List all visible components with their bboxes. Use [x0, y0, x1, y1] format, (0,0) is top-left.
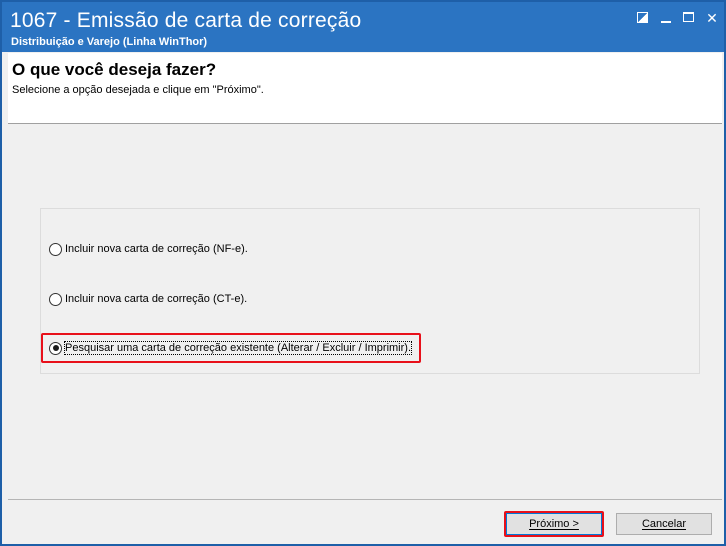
footer-divider [8, 499, 722, 500]
close-icon[interactable]: ✕ [704, 10, 720, 26]
maximize-icon[interactable] [681, 10, 697, 26]
cancel-button[interactable]: Cancelar [616, 513, 712, 535]
option-include-nfe[interactable]: Incluir nova carta de correção (NF-e). [49, 240, 248, 258]
option-include-cte[interactable]: Incluir nova carta de correção (CT-e). [49, 290, 247, 308]
wizard-window: 1067 - Emissão de carta de correção Dist… [0, 0, 726, 546]
window-title: 1067 - Emissão de carta de correção [10, 9, 362, 32]
radio-button-icon[interactable] [49, 242, 62, 256]
page-title: O que você deseja fazer? [12, 60, 217, 79]
window-subtitle: Distribuição e Varejo (Linha WinThor) [11, 36, 208, 48]
page-instruction: Selecione a opção desejada e clique em "… [12, 84, 264, 96]
title-bar[interactable]: 1067 - Emissão de carta de correção Dist… [2, 2, 724, 52]
highlight-frame-option [41, 333, 421, 363]
option-label: Incluir nova carta de correção (NF-e). [65, 243, 248, 255]
minimize-icon[interactable] [658, 10, 674, 26]
radio-button-icon[interactable] [49, 292, 62, 306]
restore-icon[interactable] [635, 10, 651, 26]
option-label: Incluir nova carta de correção (CT-e). [65, 293, 248, 305]
wizard-header: O que você deseja fazer? Selecione a opç… [8, 53, 722, 124]
highlight-frame-next [504, 511, 604, 537]
